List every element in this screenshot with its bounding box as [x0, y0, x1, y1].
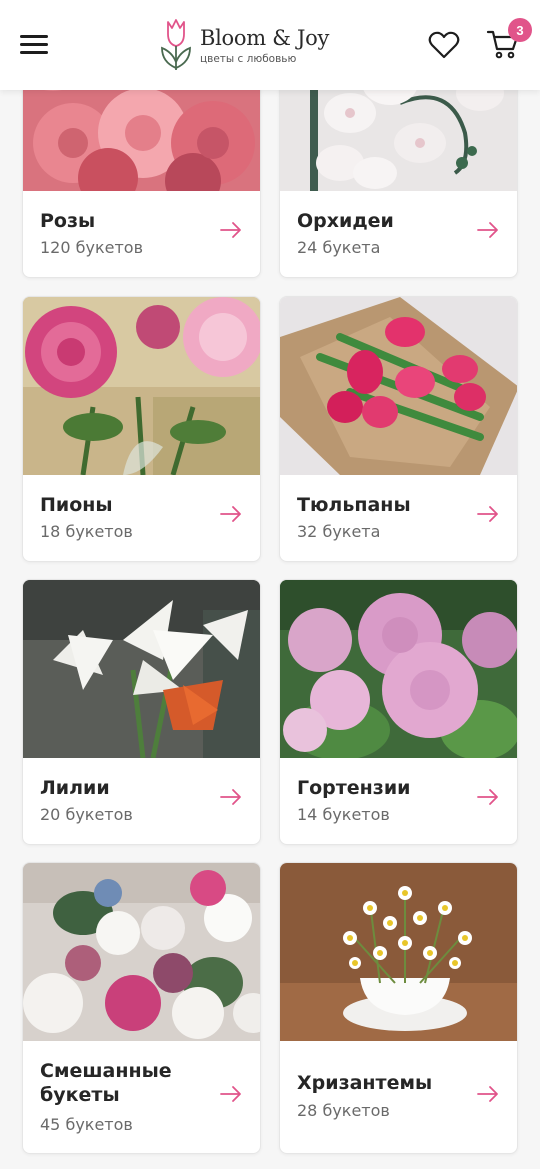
category-title: Орхидеи [297, 210, 394, 232]
card-body: Тюльпаны 32 букета [280, 475, 517, 561]
category-card-peonies[interactable]: Пионы 18 букетов [22, 296, 261, 562]
card-body: Лилии 20 букетов [23, 758, 260, 844]
cart-count-badge: 3 [508, 18, 532, 42]
category-card-mixed[interactable]: Смешанные букеты 45 букетов [22, 862, 261, 1154]
heart-icon [428, 31, 460, 59]
arrow-right-icon [477, 506, 498, 522]
brand-tagline: цветы с любовью [200, 53, 297, 65]
category-count: 20 букетов [40, 805, 133, 824]
card-body: Гортензии 14 букетов [280, 758, 517, 844]
arrow-right-icon [220, 506, 241, 522]
arrow-right-icon [220, 1086, 241, 1102]
category-count: 18 букетов [40, 522, 133, 541]
arrow-right-icon [477, 1086, 498, 1102]
menu-icon [20, 35, 48, 38]
arrow-right-icon [477, 789, 498, 805]
brand-name: Bloom & Joy [200, 26, 330, 50]
tulips-photo [280, 297, 517, 475]
card-body: Розы 120 букетов [23, 191, 260, 277]
arrow-right-icon [220, 222, 241, 238]
card-body: Орхидеи 24 букета [280, 191, 517, 277]
brand-logo[interactable]: Bloom & Joy цветы с любовью [158, 16, 358, 74]
category-count: 32 букета [297, 522, 381, 541]
lilies-photo [23, 580, 260, 758]
category-card-chrysanthemums[interactable]: Хризантемы 28 букетов [279, 862, 518, 1154]
category-count: 24 букета [297, 238, 381, 257]
card-body: Хризантемы 28 букетов [280, 1041, 517, 1153]
arrow-right-icon [477, 222, 498, 238]
tulip-logo-icon [161, 19, 191, 70]
app-header: Bloom & Joy цветы с любовью 3 [0, 0, 540, 90]
category-title: Лилии [40, 777, 110, 799]
mixed-bouquet-photo [23, 863, 260, 1041]
menu-button[interactable] [20, 33, 50, 57]
category-title: Смешанные букеты [40, 1060, 172, 1106]
category-count: 14 букетов [297, 805, 390, 824]
peonies-photo [23, 297, 260, 475]
category-count: 120 букетов [40, 238, 144, 257]
arrow-right-icon [220, 789, 241, 805]
category-title: Тюльпаны [297, 494, 411, 516]
chrysanthemums-photo [280, 863, 517, 1041]
category-card-lilies[interactable]: Лилии 20 букетов [22, 579, 261, 845]
favorites-button[interactable] [428, 30, 460, 60]
category-count: 28 букетов [297, 1101, 390, 1120]
category-card-hydrangeas[interactable]: Гортензии 14 букетов [279, 579, 518, 845]
category-title: Розы [40, 210, 96, 232]
hydrangeas-photo [280, 580, 517, 758]
category-title: Пионы [40, 494, 113, 516]
category-count: 45 букетов [40, 1115, 133, 1134]
category-title: Гортензии [297, 777, 411, 799]
category-card-tulips[interactable]: Тюльпаны 32 букета [279, 296, 518, 562]
card-body: Пионы 18 букетов [23, 475, 260, 561]
category-title: Хризантемы [297, 1072, 433, 1094]
card-body: Смешанные букеты 45 букетов [23, 1041, 260, 1153]
